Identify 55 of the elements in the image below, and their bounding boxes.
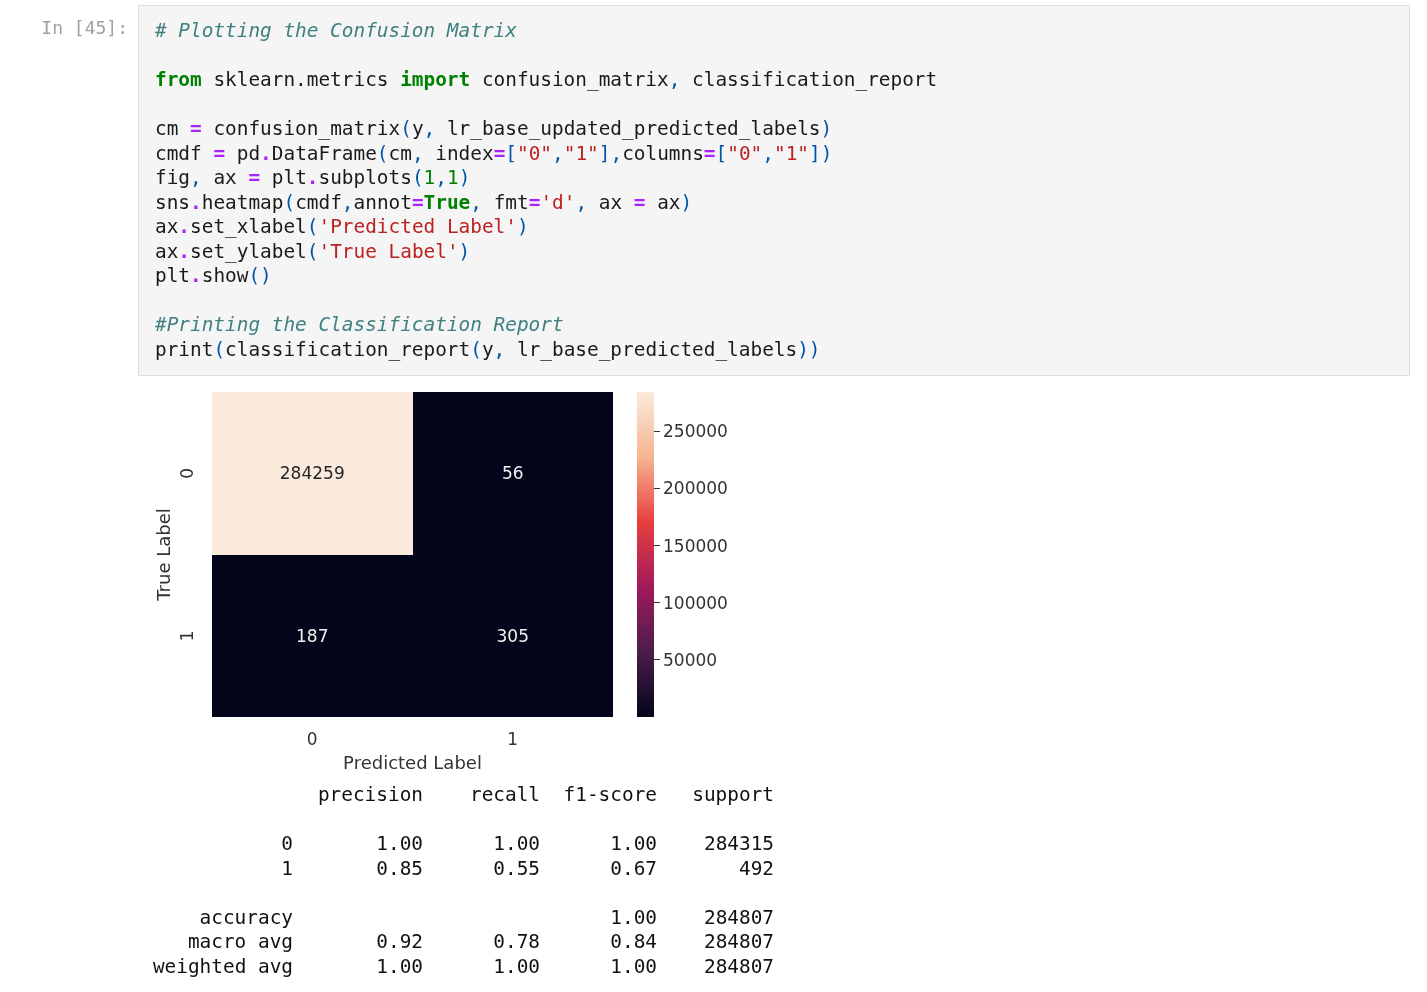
table-cell-text: 0.67 [609, 856, 657, 881]
cell-prompt: In [45]: [40, 16, 129, 38]
table-cell-text: 492 [737, 856, 774, 881]
tick-label: 150000 [663, 535, 728, 556]
code-line: ax.set_xlabel('Predicted Label') [155, 215, 530, 240]
column-header: f1-score [562, 783, 657, 808]
code-line: print(classification_report(y, lr_base_predicted_labels)) [155, 337, 822, 362]
table-cell-text: 0.92 [375, 930, 423, 955]
table-cell-text: 1.00 [609, 954, 657, 979]
row-label: 1 [280, 856, 293, 881]
row-label: 0 [280, 832, 293, 857]
axis-label: True Label [153, 508, 174, 601]
table-cell-text: 0.85 [375, 856, 423, 881]
table-cell-text: 284807 [702, 905, 774, 930]
table-cell-text: 1.00 [609, 905, 657, 930]
row-label: accuracy [198, 905, 293, 930]
cell-value: 187 [296, 625, 329, 646]
code-line: sns.heatmap(cmdf,annot=True, fmt='d', ax = ax) [155, 190, 694, 215]
tick-label: 0 [177, 467, 197, 479]
tick-label: 0 [306, 729, 318, 749]
table-cell-text: 0.84 [609, 930, 657, 955]
table-cell-text: 1.00 [375, 832, 423, 857]
cell-value: 305 [496, 625, 529, 646]
code-cell[interactable] [138, 5, 1410, 376]
table-cell-text: 1.00 [492, 832, 540, 857]
table-cell-text: 1.00 [609, 832, 657, 857]
tick-label: 100000 [663, 592, 728, 613]
cell-value: 56 [501, 463, 524, 484]
column-header: recall [468, 783, 540, 808]
code-line: plt.show() [155, 264, 273, 289]
table-cell-text: 284807 [702, 954, 774, 979]
code-line: from sklearn.metrics import confusion_matrix, classification_report [155, 68, 939, 93]
code-line: fig, ax = plt.subplots(1,1) [155, 166, 472, 191]
axis-label: Predicted Label [343, 752, 482, 773]
tick-label: 1 [507, 729, 519, 749]
table-cell-text: 284315 [702, 832, 774, 857]
table-cell-text: 1.00 [492, 954, 540, 979]
column-header: support [691, 783, 774, 808]
tick-label: 200000 [663, 478, 728, 499]
tick-label: 1 [177, 630, 197, 642]
table-cell-text: 0.55 [492, 856, 540, 881]
code-line: cmdf = pd.DataFrame(cm, index=["0","1"],columns=["0","1"]) [155, 141, 834, 166]
code-line: # Plotting the Confusion Matrix [155, 19, 518, 44]
table-cell-text: 1.00 [375, 954, 423, 979]
cell-value: 284259 [279, 463, 345, 484]
row-label: macro avg [186, 930, 293, 955]
column-header: precision [316, 783, 423, 808]
tick-label: 50000 [663, 649, 718, 670]
table-cell-text: 0.78 [492, 930, 540, 955]
tick-label: 250000 [663, 421, 728, 442]
table-cell-text: 284807 [702, 930, 774, 955]
code-line: ax.set_ylabel('True Label') [155, 239, 472, 264]
code-line: #Printing the Classification Report [155, 313, 565, 338]
code-line: cm = confusion_matrix(y, lr_base_updated_predicted_labels) [155, 117, 834, 142]
row-label: weighted avg [151, 954, 293, 979]
